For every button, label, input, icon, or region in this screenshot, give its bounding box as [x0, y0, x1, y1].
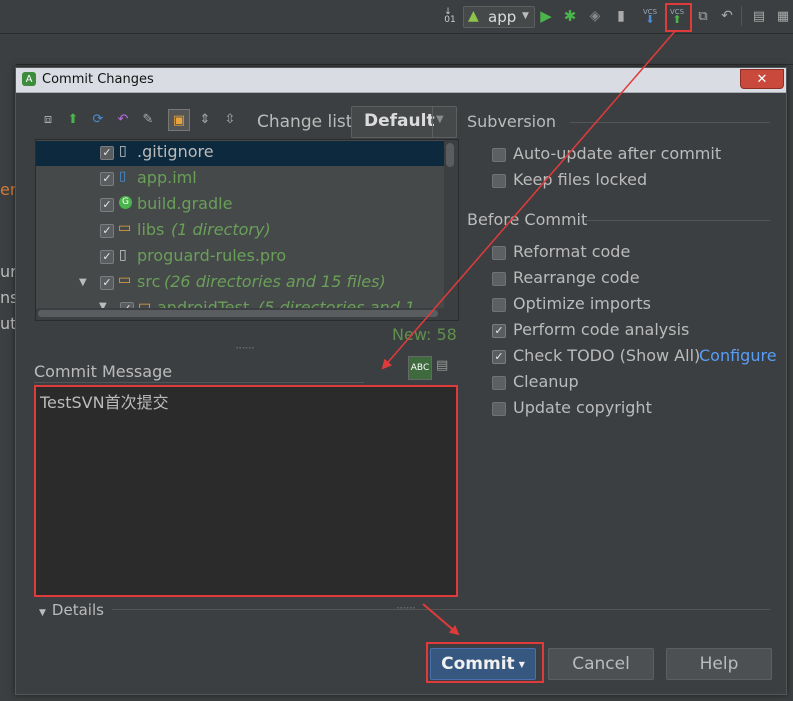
- arrow-to-commit: [422, 603, 460, 636]
- arrow-to-message: [381, 29, 677, 370]
- annotation-arrows: [381, 29, 677, 636]
